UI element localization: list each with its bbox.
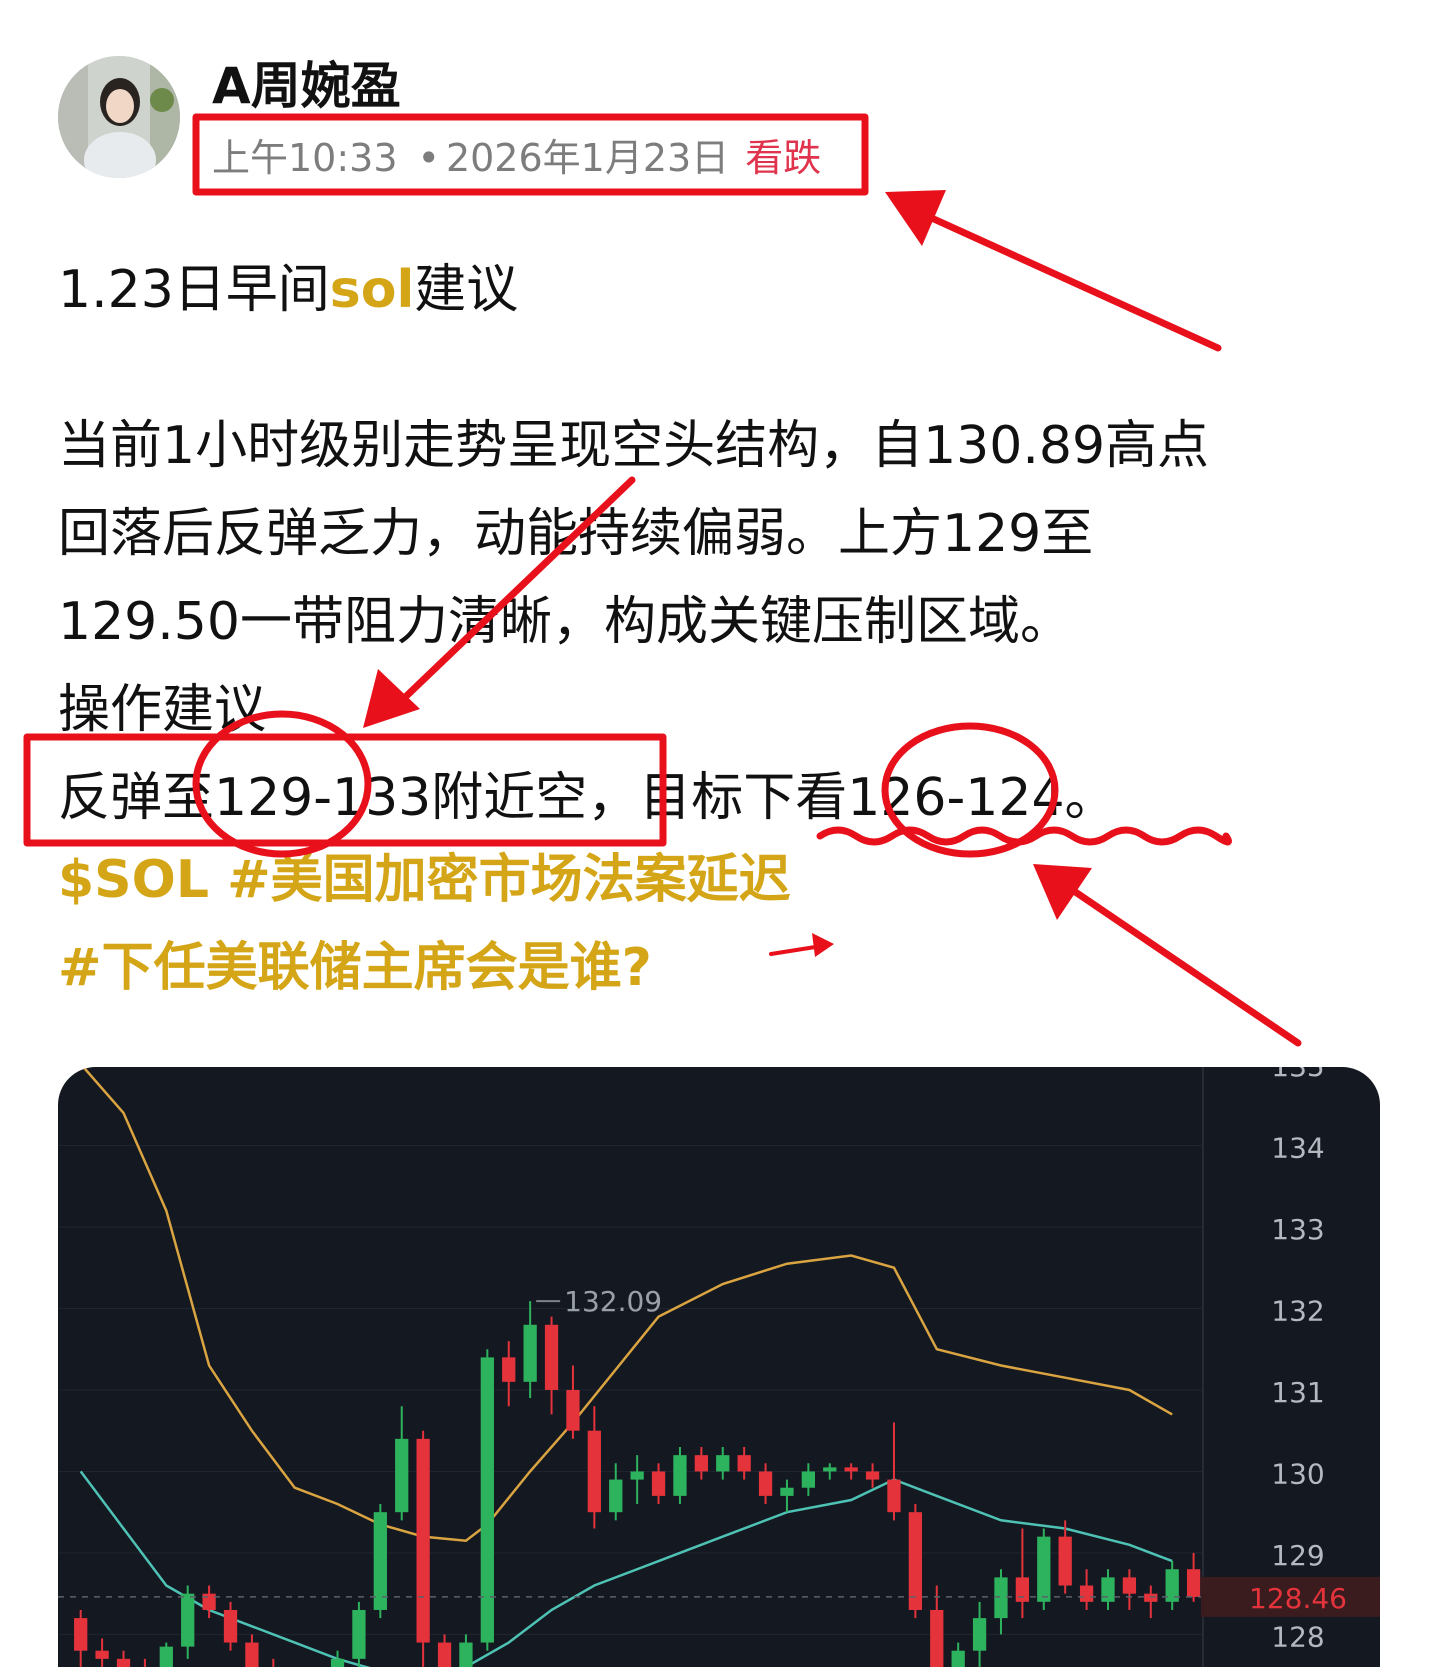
middle-band-line <box>79 1470 1173 1667</box>
candle-body <box>373 1512 387 1610</box>
y-tick-label: 134 <box>1271 1132 1324 1165</box>
candle-body <box>1101 1577 1115 1602</box>
post-tags: $SOL #美国加密市场法案延迟 #下任美联储主席会是谁? <box>58 836 791 1012</box>
candle-body <box>1015 1577 1030 1602</box>
arrow-to-target <box>1064 883 1302 1047</box>
candle-body <box>352 1609 366 1659</box>
arrowhead-tags <box>812 933 834 957</box>
candle-body <box>1058 1536 1072 1586</box>
author-avatar[interactable] <box>58 56 180 178</box>
candlestick-chart: 135 134 133 132 131 130 129 128 132.09 128.46 <box>58 1067 1380 1667</box>
candle-body <box>330 1658 345 1667</box>
y-tick-label: 128 <box>1271 1620 1324 1653</box>
body-line: 反弹至129-133附近空，目标下看126-124。 <box>58 768 1117 828</box>
title-prefix: 1.23日早间 <box>58 260 330 320</box>
candle-body <box>716 1455 730 1472</box>
body-line: 操作建议 <box>58 680 267 740</box>
candle-body <box>502 1357 516 1382</box>
candle-body <box>780 1487 794 1496</box>
candle-body <box>459 1642 473 1667</box>
arrowhead-target <box>1033 864 1092 920</box>
candle-body <box>116 1658 131 1667</box>
candle-body <box>694 1455 708 1472</box>
candle-body <box>994 1577 1008 1619</box>
candle-body <box>480 1357 494 1643</box>
candle-body <box>972 1618 987 1651</box>
y-tick-label: 132 <box>1271 1294 1324 1327</box>
candle-body <box>1122 1577 1137 1594</box>
candle-body <box>202 1593 216 1610</box>
candle-body <box>951 1650 965 1667</box>
candle-body <box>159 1646 173 1667</box>
candle-body <box>1186 1569 1201 1597</box>
candle-body <box>609 1479 623 1513</box>
body-line: 129.50一带阻力清晰，构成关键压制区域。 <box>58 592 1072 652</box>
coin-link[interactable]: sol <box>330 260 415 320</box>
post-meta: 上午10:33 • 2026年1月23日 看跌 <box>212 134 821 182</box>
candle-body <box>908 1512 923 1610</box>
post-time: 上午10:33 <box>212 136 398 180</box>
candle-body <box>544 1324 559 1390</box>
current-price-label: 128.46 <box>1249 1582 1347 1615</box>
candle-body <box>523 1324 537 1382</box>
high-price-label: 132.09 <box>564 1285 662 1318</box>
y-tick-label: 133 <box>1271 1213 1324 1246</box>
post-date: 2026年1月23日 <box>445 136 730 180</box>
body-line: 当前1小时级别走势呈现空头结构，自130.89高点 <box>58 416 1210 476</box>
candle-body <box>1079 1585 1094 1602</box>
candle-body <box>673 1455 687 1496</box>
y-tick-label: 131 <box>1271 1376 1324 1409</box>
candle-body <box>844 1467 858 1472</box>
title-suffix: 建议 <box>414 260 519 320</box>
candle-body <box>737 1455 751 1472</box>
arrow-to-meta <box>921 211 1222 352</box>
candle-body <box>1144 1593 1158 1602</box>
candle-body <box>74 1618 88 1651</box>
candle-body <box>223 1609 238 1643</box>
y-tick-label: 130 <box>1271 1457 1324 1490</box>
candle-body <box>630 1471 644 1480</box>
price-chart[interactable]: 135 134 133 132 131 130 129 128 132.09 128.46 <box>58 1067 1380 1667</box>
body-line: 回落后反弹乏力，动能持续偏弱。上方129至 <box>58 504 1094 564</box>
post-title: 1.23日早间sol建议 <box>58 257 518 323</box>
candle-body <box>1037 1536 1051 1602</box>
candle-body <box>865 1471 880 1480</box>
candle-body <box>823 1467 837 1472</box>
candle-body <box>887 1479 901 1513</box>
post-body: 当前1小时级别走势呈现空头结构，自130.89高点 回落后反弹乏力，动能持续偏弱… <box>58 402 1378 842</box>
y-tick-label: 135 <box>1271 1067 1324 1083</box>
candle-body <box>95 1650 109 1659</box>
candle-body <box>395 1438 409 1513</box>
sentiment-badge: 看跌 <box>745 136 822 180</box>
candle-body <box>758 1471 773 1496</box>
candle-body <box>416 1438 430 1643</box>
avatar-image <box>58 56 180 178</box>
y-tick-label: 129 <box>1271 1539 1324 1572</box>
arrowhead-meta <box>885 190 946 246</box>
hashtag-link[interactable]: #下任美联储主席会是谁? <box>58 924 791 1012</box>
candle-body <box>801 1471 815 1488</box>
meta-separator: • <box>417 136 440 180</box>
candle-body <box>651 1471 666 1496</box>
hashtag-link[interactable]: $SOL #美国加密市场法案延迟 <box>58 836 791 924</box>
candle-body <box>245 1642 259 1667</box>
author-name[interactable]: A周婉盈 <box>212 54 401 118</box>
candle-body <box>587 1430 601 1513</box>
candle-body <box>437 1642 452 1667</box>
candle-body <box>930 1609 944 1667</box>
candle-body <box>566 1389 580 1431</box>
candle-body <box>181 1593 195 1647</box>
